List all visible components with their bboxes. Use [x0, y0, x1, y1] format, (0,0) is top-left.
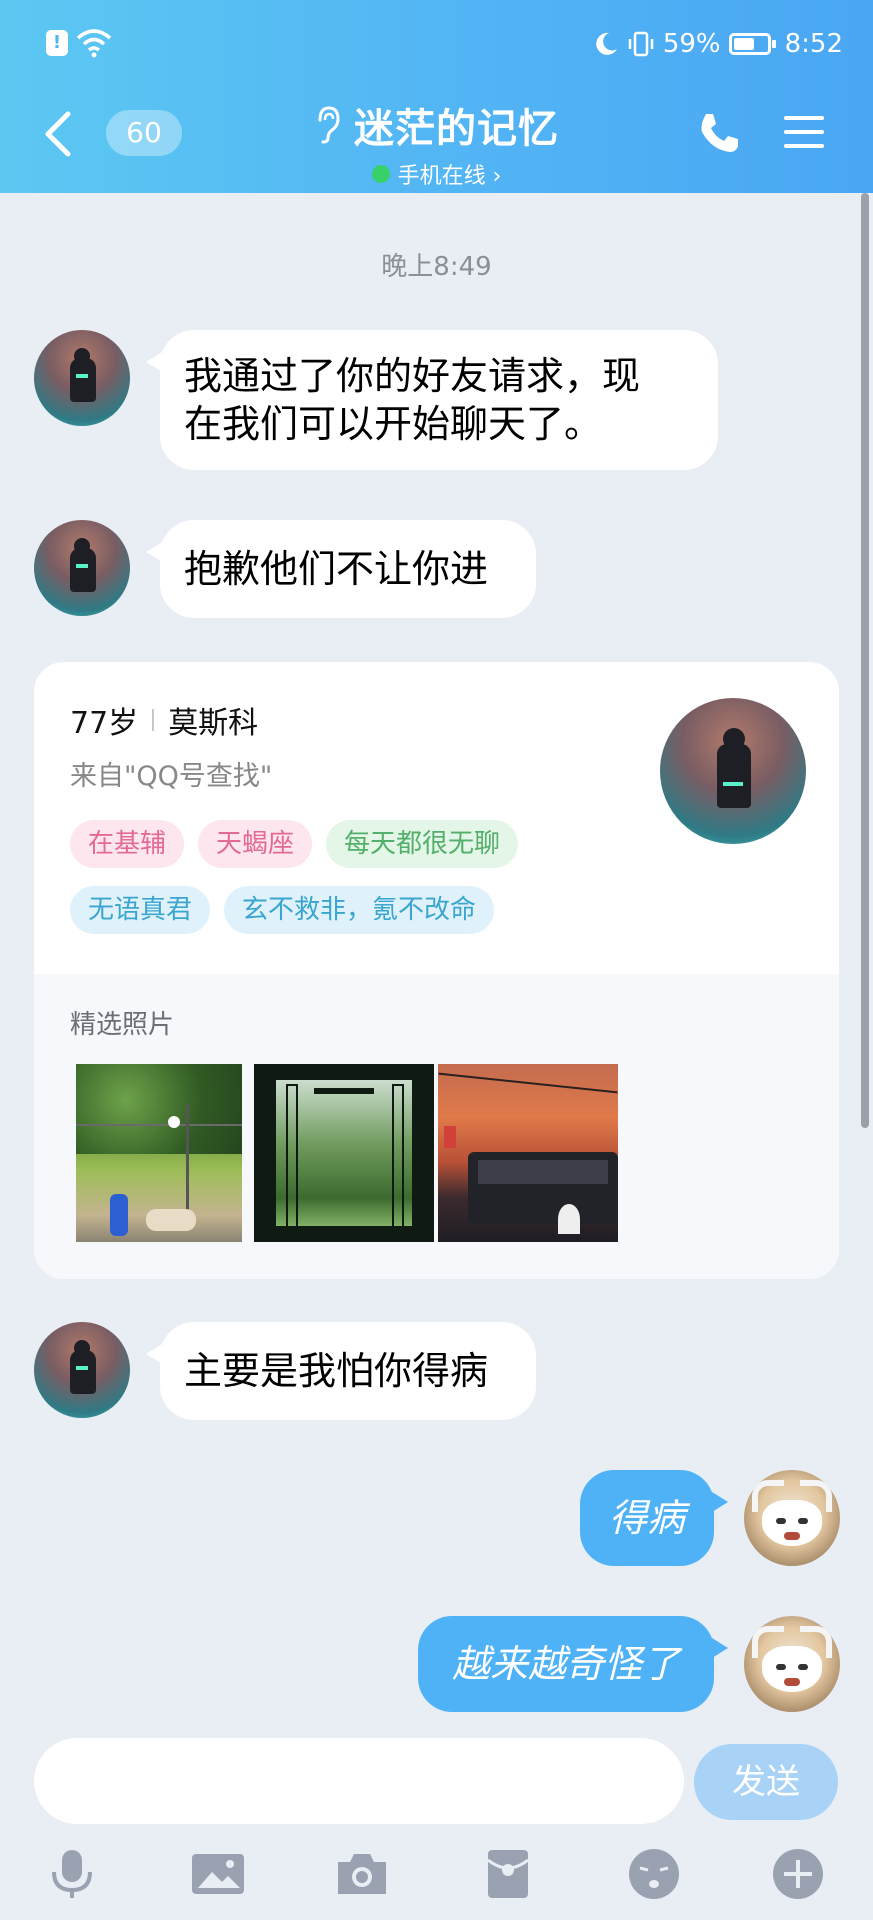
online-dot-icon — [371, 165, 390, 183]
message-bubble-self[interactable]: 得病 — [580, 1470, 728, 1566]
input-toolbar — [0, 1836, 873, 1920]
divider — [152, 709, 155, 731]
chat-title[interactable]: 迷茫的记忆 手机在线 › — [0, 96, 873, 190]
battery-icon — [728, 33, 776, 55]
message-text: 得病 — [608, 1496, 685, 1540]
send-button[interactable]: 发送 — [694, 1744, 838, 1820]
contact-avatar[interactable] — [34, 520, 130, 616]
message-timestamp: 晚上8:49 — [381, 252, 492, 282]
profile-city: 莫斯科 — [168, 706, 259, 741]
message-text: 主要是我怕你得病 — [184, 1349, 489, 1393]
profile-avatar[interactable] — [660, 698, 806, 844]
contact-avatar[interactable] — [34, 1322, 130, 1418]
self-avatar[interactable] — [744, 1470, 840, 1566]
camera-icon[interactable] — [334, 1846, 390, 1902]
self-avatar[interactable] — [744, 1616, 840, 1712]
online-status: 手机在线 › — [397, 164, 502, 189]
plus-icon[interactable] — [770, 1846, 826, 1902]
vibrate-icon — [628, 31, 654, 57]
profile-tag: 在基辅 — [70, 820, 185, 868]
featured-photo[interactable] — [438, 1064, 618, 1242]
profile-tag: 天蝎座 — [198, 820, 313, 868]
profile-tags: 在基辅 天蝎座 每天都很无聊 无语真君 玄不救非，氪不改命 — [70, 820, 630, 934]
battery-percent: 59% — [662, 29, 721, 59]
message-text: 抱歉他们不让你进 — [184, 547, 489, 591]
profile-card[interactable]: 77岁 莫斯科 来自"QQ号查找" 在基辅 天蝎座 每天都很无聊 无语真君 玄不… — [34, 662, 839, 1279]
message-text: 越来越奇怪了 — [451, 1642, 680, 1686]
featured-photos-label: 精选照片 — [70, 1010, 175, 1040]
emoji-icon[interactable] — [626, 1846, 682, 1902]
notification-alert-icon: ! — [46, 30, 68, 56]
phone-icon[interactable] — [696, 110, 742, 156]
message-bubble[interactable]: 我通过了你的好友请求，现 在我们可以开始聊天了。 — [146, 330, 718, 470]
featured-photo[interactable] — [254, 1064, 434, 1242]
ear-icon — [318, 106, 340, 144]
profile-source: 来自"QQ号查找" — [70, 761, 273, 792]
profile-tag: 无语真君 — [70, 886, 211, 934]
message-bubble[interactable]: 主要是我怕你得病 — [146, 1322, 536, 1420]
contact-name: 迷茫的记忆 — [354, 106, 559, 152]
contact-avatar[interactable] — [34, 330, 130, 426]
scrollbar[interactable] — [861, 193, 869, 1128]
message-bubble-self[interactable]: 越来越奇怪了 — [418, 1616, 728, 1712]
top-bar: ! 59% 8:52 60 迷茫的记忆 手机在线 › — [0, 0, 873, 193]
red-packet-icon[interactable] — [480, 1846, 536, 1902]
wifi-icon — [76, 29, 112, 58]
do-not-disturb-moon-icon — [596, 32, 617, 55]
microphone-icon[interactable] — [44, 1846, 100, 1902]
image-icon[interactable] — [190, 1846, 246, 1902]
clock: 8:52 — [784, 29, 843, 59]
message-bubble[interactable]: 抱歉他们不让你进 — [146, 520, 536, 618]
featured-photo[interactable] — [76, 1064, 242, 1242]
message-text: 我通过了你的好友请求，现 — [184, 354, 641, 398]
status-bar: ! 59% 8:52 — [0, 0, 873, 86]
message-text: 在我们可以开始聊天了。 — [184, 402, 603, 446]
profile-tag: 每天都很无聊 — [326, 820, 519, 868]
profile-age: 77岁 — [70, 706, 139, 741]
profile-tag: 玄不救非，氪不改命 — [224, 886, 495, 934]
message-input[interactable] — [34, 1738, 684, 1824]
menu-icon[interactable] — [782, 112, 826, 152]
